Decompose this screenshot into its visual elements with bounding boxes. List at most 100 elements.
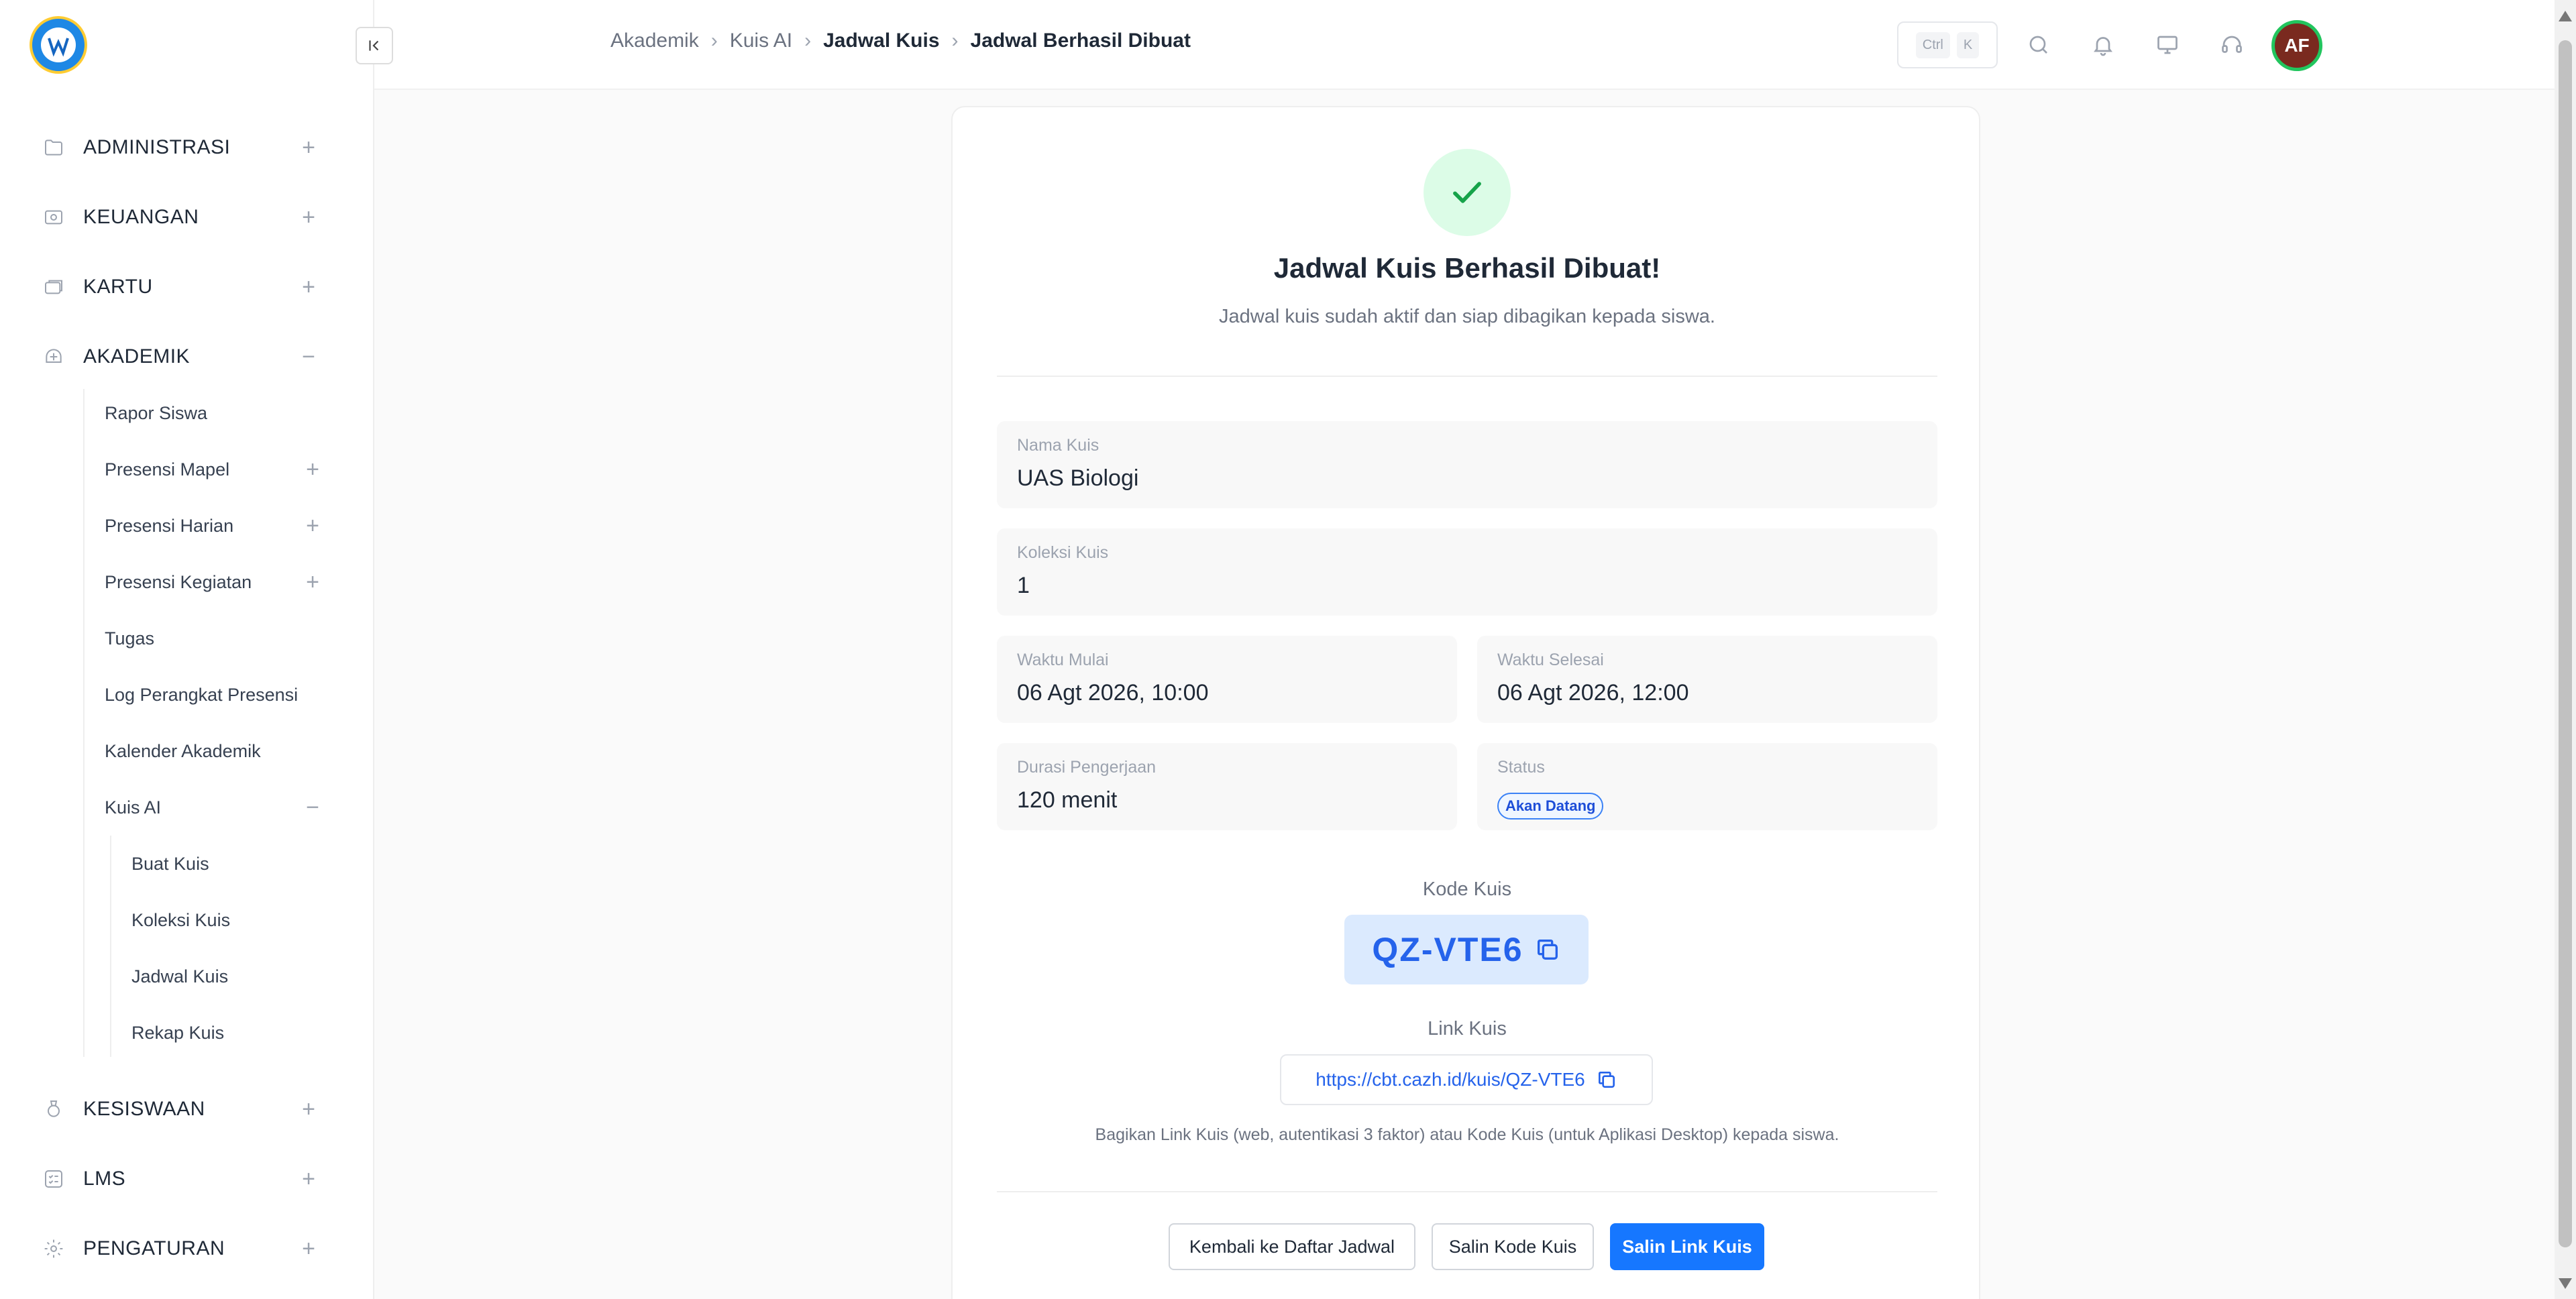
sidebar-subitem-label: Log Perangkat Presensi xyxy=(105,684,299,705)
sidebar-item-label: AKADEMIK xyxy=(83,345,191,368)
sidebar-subsubitem-buat-kuis[interactable]: Buat Kuis xyxy=(131,844,319,884)
sidebar-subsubitem-label: Buat Kuis xyxy=(131,853,209,874)
field-value: 06 Agt 2026, 12:00 xyxy=(1497,680,1689,705)
kbd-ctrl: Ctrl xyxy=(1915,32,1950,58)
quiz-link-box[interactable]: https://cbt.cazh.id/kuis/QZ-VTE6 xyxy=(1280,1054,1653,1105)
card-subtitle: Jadwal kuis sudah aktif dan siap dibagik… xyxy=(1219,306,1715,327)
field-value: 06 Agt 2026, 10:00 xyxy=(1017,680,1209,705)
cards-icon xyxy=(40,274,67,300)
command-palette-shortcut[interactable]: Ctrl K xyxy=(1897,21,1998,68)
monitor-icon[interactable] xyxy=(2151,28,2184,62)
school-logo[interactable] xyxy=(30,16,87,74)
sidebar-item-akademik[interactable]: AKADEMIK − xyxy=(40,337,322,377)
field-waktu-selesai: Waktu Selesai 06 Agt 2026, 12:00 xyxy=(1477,636,1937,723)
headset-icon[interactable] xyxy=(2215,28,2249,62)
sidebar-item-label: KESISWAAN xyxy=(83,1098,205,1120)
expand-icon[interactable]: + xyxy=(295,1235,322,1262)
back-to-schedule-button[interactable]: Kembali ke Daftar Jadwal xyxy=(1169,1223,1415,1270)
sidebar-subitem-log-perangkat-presensi[interactable]: Log Perangkat Presensi xyxy=(105,675,326,715)
medal-icon xyxy=(40,1096,67,1123)
sidebar-subsubitem-label: Jadwal Kuis xyxy=(131,966,229,986)
avatar[interactable]: AF xyxy=(2271,20,2322,71)
field-nama-kuis: Nama Kuis UAS Biologi xyxy=(997,421,1937,508)
search-icon[interactable] xyxy=(2022,28,2055,62)
field-label: Status xyxy=(1497,758,1545,777)
expand-icon[interactable]: + xyxy=(295,1166,322,1192)
sidebar-item-kesiswaan[interactable]: KESISWAAN + xyxy=(40,1089,322,1129)
collapse-left-icon xyxy=(369,40,379,51)
expand-icon[interactable]: + xyxy=(299,512,326,539)
collapse-icon[interactable]: − xyxy=(295,343,322,370)
breadcrumb-kuis-ai[interactable]: Kuis AI xyxy=(730,30,792,52)
quiz-code-box[interactable]: QZ-VTE6 xyxy=(1344,915,1589,984)
sidebar-subsubitem-label: Koleksi Kuis xyxy=(131,909,231,930)
breadcrumb-current: Jadwal Berhasil Dibuat xyxy=(970,30,1191,52)
expand-icon[interactable]: + xyxy=(295,134,322,161)
field-value: UAS Biologi xyxy=(1017,465,1139,491)
copy-link-button[interactable]: Salin Link Kuis xyxy=(1610,1223,1764,1270)
collapse-icon[interactable]: − xyxy=(299,794,326,821)
sidebar-subsubitem-jadwal-kuis[interactable]: Jadwal Kuis xyxy=(131,956,319,997)
sidebar-subitem-label: Rapor Siswa xyxy=(105,402,208,423)
sidebar-subitem-kuis-ai[interactable]: Kuis AI − xyxy=(105,787,326,828)
quiz-link-label: Link Kuis xyxy=(1428,1018,1507,1039)
card-title: Jadwal Kuis Berhasil Dibuat! xyxy=(1273,252,1661,284)
sidebar-item-label: KEUANGAN xyxy=(83,206,199,228)
sidebar-item-label: KARTU xyxy=(83,276,153,298)
collapse-sidebar-button[interactable] xyxy=(356,27,393,64)
sidebar-item-kartu[interactable]: KARTU + xyxy=(40,267,322,307)
breadcrumb: Akademik › Kuis AI › Jadwal Kuis › Jadwa… xyxy=(610,30,1191,52)
field-label: Waktu Mulai xyxy=(1017,651,1109,669)
sidebar-item-pengaturan[interactable]: PENGATURAN + xyxy=(40,1229,322,1269)
sidebar-subitem-presensi-kegiatan[interactable]: Presensi Kegiatan + xyxy=(105,562,326,602)
divider xyxy=(997,376,1937,377)
sidebar-subitem-kalender-akademik[interactable]: Kalender Akademik xyxy=(105,731,326,771)
sidebar-subitem-tugas[interactable]: Tugas xyxy=(105,618,326,659)
share-hint: Bagikan Link Kuis (web, autentikasi 3 fa… xyxy=(1095,1125,1839,1144)
expand-icon[interactable]: + xyxy=(299,569,326,596)
sidebar-subitem-presensi-mapel[interactable]: Presensi Mapel + xyxy=(105,449,326,490)
status-badge: Akan Datang xyxy=(1497,793,1604,820)
chevron-right-icon: › xyxy=(951,30,959,52)
expand-icon[interactable]: + xyxy=(295,1096,322,1123)
folder-icon xyxy=(40,134,67,161)
scroll-up-arrow-icon[interactable] xyxy=(2559,11,2572,21)
copy-icon[interactable] xyxy=(1596,1069,1617,1090)
field-label: Waktu Selesai xyxy=(1497,651,1604,669)
scroll-down-arrow-icon[interactable] xyxy=(2559,1278,2572,1289)
sidebar-subsubitem-rekap-kuis[interactable]: Rekap Kuis xyxy=(131,1013,319,1053)
expand-icon[interactable]: + xyxy=(299,456,326,483)
bell-icon[interactable] xyxy=(2086,28,2120,62)
page-scrollbar[interactable] xyxy=(2555,0,2576,1299)
sidebar: ADMINISTRASI + KEUANGAN + KARTU + AKADEM… xyxy=(0,0,374,1299)
sidebar-subitem-label: Presensi Mapel xyxy=(105,459,230,479)
quiz-link-value[interactable]: https://cbt.cazh.id/kuis/QZ-VTE6 xyxy=(1316,1069,1585,1090)
sidebar-subsubitem-koleksi-kuis[interactable]: Koleksi Kuis xyxy=(131,900,319,940)
sidebar-item-keuangan[interactable]: KEUANGAN + xyxy=(40,197,322,237)
checklist-icon xyxy=(40,1166,67,1192)
sidebar-item-administrasi[interactable]: ADMINISTRASI + xyxy=(40,127,322,168)
field-koleksi-kuis: Koleksi Kuis 1 xyxy=(997,528,1937,616)
sidebar-subitem-rapor-siswa[interactable]: Rapor Siswa xyxy=(105,393,326,433)
sidebar-item-lms[interactable]: LMS + xyxy=(40,1159,322,1199)
success-check-circle xyxy=(1424,149,1511,236)
sidebar-item-label: LMS xyxy=(83,1168,126,1190)
submenu-guide-line xyxy=(110,836,111,1057)
breadcrumb-jadwal-kuis[interactable]: Jadwal Kuis xyxy=(823,30,939,52)
copy-icon[interactable] xyxy=(1534,936,1561,963)
sidebar-item-label: PENGATURAN xyxy=(83,1237,225,1259)
copy-code-button[interactable]: Salin Kode Kuis xyxy=(1432,1223,1594,1270)
field-label: Durasi Pengerjaan xyxy=(1017,758,1157,777)
top-header: Akademik › Kuis AI › Jadwal Kuis › Jadwa… xyxy=(374,0,2555,90)
sidebar-subitem-presensi-harian[interactable]: Presensi Harian + xyxy=(105,506,326,546)
gear-icon xyxy=(40,1235,67,1262)
sidebar-subsubitem-label: Rekap Kuis xyxy=(131,1022,225,1043)
field-value: 120 menit xyxy=(1017,787,1118,813)
expand-icon[interactable]: + xyxy=(295,204,322,231)
scrollbar-thumb[interactable] xyxy=(2559,40,2572,1247)
sidebar-subitem-label: Kuis AI xyxy=(105,797,162,817)
submenu-guide-line xyxy=(83,389,85,1057)
expand-icon[interactable]: + xyxy=(295,274,322,300)
sidebar-item-label: ADMINISTRASI xyxy=(83,136,231,158)
breadcrumb-akademik[interactable]: Akademik xyxy=(610,30,699,52)
